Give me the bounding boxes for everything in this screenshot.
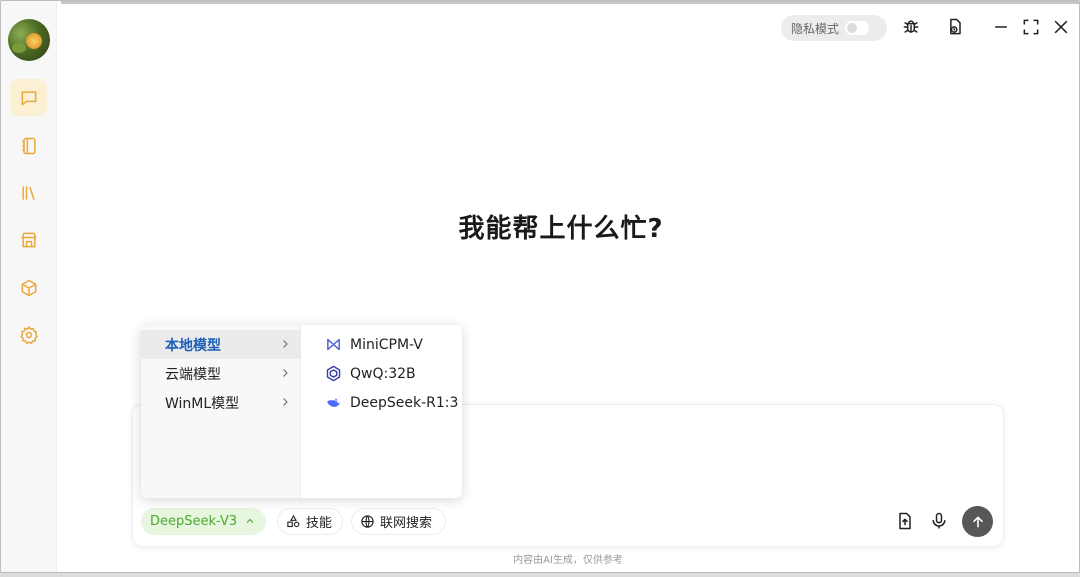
- window-top-border: [61, 1, 1079, 4]
- model-selector-label: DeepSeek-V3: [150, 514, 238, 529]
- avatar-leaf: [12, 43, 26, 53]
- voice-input-button[interactable]: [925, 507, 953, 535]
- file-upload-icon: [899, 512, 911, 530]
- chevron-right-icon: [283, 398, 288, 406]
- menu-category-local[interactable]: 本地模型: [141, 330, 301, 359]
- sidebar-item-notebook[interactable]: [10, 127, 47, 164]
- cube-icon: [21, 279, 36, 296]
- skills-button[interactable]: 技能: [277, 508, 343, 535]
- sidebar-item-settings[interactable]: [10, 316, 47, 353]
- bug-icon: [903, 20, 919, 33]
- history-button[interactable]: [942, 14, 968, 40]
- deepseek-logo-icon: [327, 398, 340, 407]
- menu-category-label: 云端模型: [165, 366, 221, 383]
- library-icon: [21, 185, 35, 200]
- microphone-icon: [932, 512, 946, 529]
- gear-icon: [19, 325, 38, 344]
- sidebar-item-store[interactable]: [10, 221, 47, 258]
- privacy-mode-toggle[interactable]: 隐私模式: [781, 15, 887, 41]
- chevron-right-icon: [283, 369, 288, 377]
- menu-model-minicpm[interactable]: MiniCPM-V: [325, 330, 462, 359]
- privacy-switch[interactable]: [845, 21, 869, 35]
- minimize-icon: [995, 26, 1007, 28]
- privacy-mode-label: 隐私模式: [791, 21, 840, 36]
- menu-category-cloud[interactable]: 云端模型: [141, 359, 301, 388]
- model-category-list: 本地模型 云端模型 WinML模型: [141, 325, 301, 498]
- menu-category-label: 本地模型: [165, 337, 221, 354]
- menu-category-label: WinML模型: [165, 395, 240, 412]
- sidebar-item-library[interactable]: [10, 174, 47, 211]
- shapes-icon: [287, 514, 300, 528]
- menu-model-deepseek-r1[interactable]: DeepSeek-R1:3: [325, 388, 462, 417]
- close-button[interactable]: [1048, 14, 1074, 40]
- upload-file-button[interactable]: [891, 507, 919, 535]
- sidebar: [1, 1, 57, 572]
- web-search-button[interactable]: 联网搜索: [351, 508, 446, 535]
- qwen-logo-icon: [326, 365, 341, 382]
- model-dropdown-menu: 本地模型 云端模型 WinML模型 MiniCPM-V QwQ:32B Deep…: [141, 325, 462, 498]
- ai-disclaimer: 内容由AI生成，仅供参考: [513, 555, 623, 566]
- send-button[interactable]: [962, 506, 993, 537]
- model-selector-button[interactable]: DeepSeek-V3: [141, 508, 266, 535]
- chevron-right-icon: [283, 340, 288, 348]
- page-title: 我能帮上什么忙?: [458, 214, 664, 244]
- store-icon: [21, 232, 36, 247]
- close-icon: [1054, 20, 1068, 34]
- sidebar-item-models[interactable]: [10, 269, 47, 306]
- avatar-flower: [26, 33, 42, 49]
- bug-report-button[interactable]: [898, 14, 924, 40]
- minicpm-logo-icon: [327, 338, 340, 351]
- fullscreen-icon: [1023, 19, 1039, 35]
- notebook-icon: [21, 137, 36, 154]
- history-icon: [950, 18, 961, 35]
- chat-icon: [21, 90, 36, 105]
- arrow-up-icon: [972, 515, 983, 527]
- menu-model-label: DeepSeek-R1:3: [350, 394, 459, 411]
- maximize-button[interactable]: [1018, 14, 1044, 40]
- menu-model-label: QwQ:32B: [350, 365, 416, 382]
- chevron-up-icon: [246, 518, 254, 523]
- globe-icon: [361, 515, 374, 528]
- menu-model-qwq[interactable]: QwQ:32B: [325, 359, 462, 388]
- minimize-button[interactable]: [988, 14, 1014, 40]
- avatar[interactable]: [8, 19, 50, 61]
- menu-model-label: MiniCPM-V: [350, 336, 423, 353]
- app-window: 隐私模式 我能帮上什么忙? DeepSeek-V3 技能 联网搜索 内容由AI生…: [0, 0, 1080, 573]
- sidebar-item-chat[interactable]: [10, 79, 47, 116]
- skills-label: 技能: [306, 516, 333, 531]
- menu-category-winml[interactable]: WinML模型: [141, 388, 301, 417]
- web-search-label: 联网搜索: [380, 516, 433, 531]
